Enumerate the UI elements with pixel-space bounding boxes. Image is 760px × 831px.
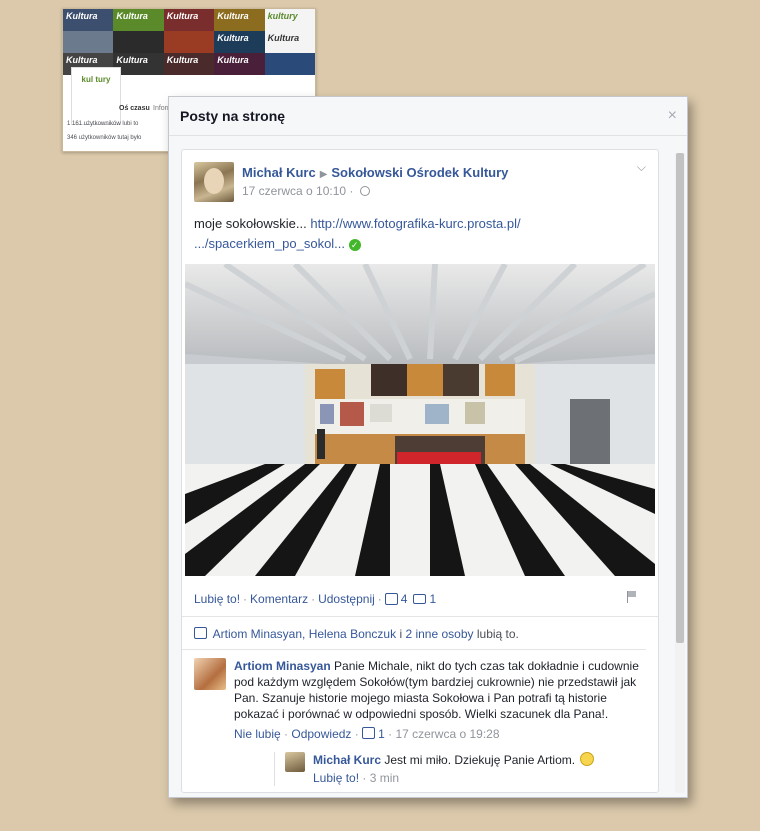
post-photo[interactable] [185, 264, 655, 576]
reply-meta: Lubię to! · 3 min [313, 771, 400, 785]
thumbnail-logo: kul tury [71, 67, 121, 125]
commenter-avatar[interactable] [194, 658, 226, 690]
check-icon: ✓ [348, 239, 361, 251]
cover-tile: kultury [264, 9, 315, 31]
other-likers-link[interactable]: 2 inne osoby [405, 627, 473, 641]
unlike-button[interactable]: Nie lubię [234, 727, 281, 741]
thumbnail-tab-timeline: Oś czasu [119, 105, 150, 112]
cover-tile [163, 31, 215, 53]
thumbs-up-icon [362, 727, 376, 739]
comment-timestamp[interactable]: 17 czerwca o 19:28 [395, 727, 499, 741]
comment-meta: Nie lubię · Odpowiedz · 1 · 17 czerwca o… [234, 727, 500, 741]
likes-summary: Artiom Minasyan, Helena Bonczuk i 2 inne… [182, 617, 646, 650]
post-text-prefix: moje sokołowskie... [194, 216, 307, 231]
like-count[interactable]: 4 [401, 592, 408, 606]
reply-text: Jest mi miło. Dziekuję Panie Artiom. [384, 753, 576, 767]
target-page-link[interactable]: Sokołowski Ośrodek Kultury [331, 165, 508, 180]
post-text: moje sokołowskie... http://www.fotografi… [182, 202, 658, 264]
reply-item: Michał Kurc Jest mi miło. Dziekuję Panie… [274, 752, 644, 786]
author-name-link[interactable]: Michał Kurc [242, 165, 316, 180]
cover-tile [63, 31, 114, 53]
posts-dialog: Posty na stronę × Michał Kurc ▶ Sokołowski… [168, 96, 688, 798]
post-link-continued[interactable]: .../spacerkiem_po_sokol... [194, 236, 345, 251]
commenter-name[interactable]: Artiom Minasyan [234, 659, 331, 673]
close-icon[interactable]: × [668, 107, 677, 125]
comment-item: Artiom Minasyan Panie Michale, nikt do t… [182, 650, 658, 792]
dialog-header: Posty na stronę × [169, 97, 687, 136]
globe-icon [359, 186, 370, 196]
thumbnail-likes-row: 1 161 użytkowników lubi to [67, 121, 139, 127]
cover-tile: Kultura [113, 9, 164, 31]
comment-button[interactable]: Komentarz [250, 592, 308, 606]
thumbs-up-icon [194, 627, 207, 639]
posts-scroll-area[interactable]: Michał Kurc ▶ Sokołowski Ośrodek Kultury 1… [181, 149, 659, 794]
share-button[interactable]: Udostępnij [318, 592, 375, 606]
smile-emoji-icon [580, 752, 595, 766]
scrollbar-thumb[interactable] [676, 153, 684, 643]
post-link[interactable]: http://www.fotografika-kurc.prosta.pl/ [310, 216, 520, 231]
post-timestamp[interactable]: 17 czerwca o 10:10 · [242, 184, 353, 198]
like-button[interactable]: Lubię to! [194, 592, 240, 606]
thumbs-up-icon [384, 593, 398, 605]
cover-tile: Kultura [214, 9, 265, 31]
cover-tile: Kultura [163, 53, 215, 75]
cover-tile [113, 31, 164, 53]
reply-like-button[interactable]: Lubię to! [313, 771, 359, 785]
cover-tile: Kultura [264, 31, 315, 53]
cover-tile [264, 53, 315, 75]
scrollbar[interactable] [675, 153, 685, 793]
reply-timestamp[interactable]: 3 min [370, 771, 399, 785]
likers-names[interactable]: Artiom Minasyan, Helena Bonczuk [213, 627, 396, 641]
post-card: Michał Kurc ▶ Sokołowski Ośrodek Kultury 1… [181, 149, 659, 793]
cover-tile: Kultura [214, 31, 265, 53]
comment-like-count[interactable]: 1 [378, 727, 385, 741]
likes-connector: i [399, 627, 403, 641]
author-avatar[interactable] [194, 162, 234, 202]
arrow-right-icon: ▶ [319, 169, 328, 180]
cover-tile: Kultura [214, 53, 265, 75]
cover-tile: Kultura [63, 9, 114, 31]
dialog-title: Posty na stronę [180, 108, 286, 124]
likes-suffix: lubią to. [476, 627, 519, 641]
comment-icon [413, 594, 427, 604]
replier-avatar[interactable] [285, 752, 305, 772]
photo-interior-image [185, 264, 655, 576]
flag-icon[interactable] [627, 591, 638, 603]
post-actions-bar: Lubię to! · Komentarz · Udostępnij · 4 1 [182, 582, 658, 617]
chevron-down-icon[interactable]: ⌵ [637, 160, 646, 175]
post-header: Michał Kurc ▶ Sokołowski Ośrodek Kultury 1… [182, 150, 658, 202]
cover-tile: Kultura [163, 9, 215, 31]
replier-name[interactable]: Michał Kurc [313, 753, 381, 767]
thumbnail-visits-row: 346 użytkowników tutaj było [67, 135, 142, 141]
reply-button[interactable]: Odpowiedz [291, 727, 351, 741]
comment-count[interactable]: 1 [429, 592, 436, 606]
thumbnail-cover-grid: Kultura Kultura Kultura Kultura kultury … [63, 9, 315, 75]
